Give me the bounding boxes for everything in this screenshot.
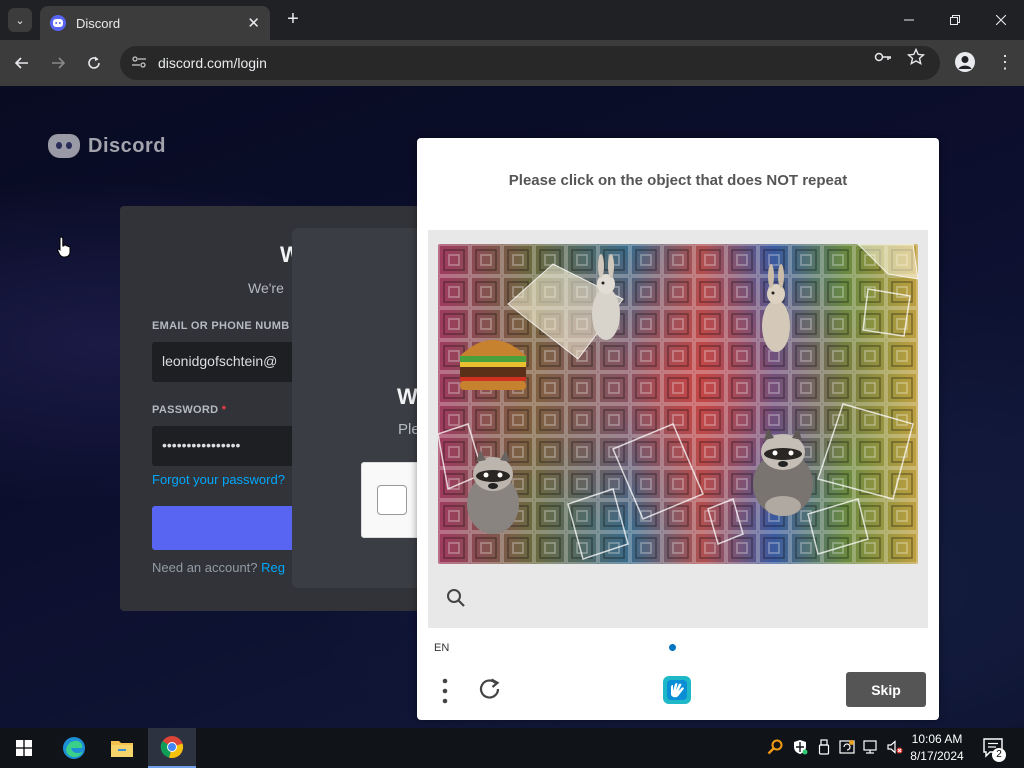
captcha-image[interactable] xyxy=(438,244,918,564)
chrome-icon[interactable] xyxy=(148,728,196,768)
language-selector[interactable]: EN xyxy=(434,642,449,654)
browser-menu-icon[interactable]: ⋮ xyxy=(996,52,1014,72)
forward-arrow-icon xyxy=(52,57,66,69)
password-label-text: PASSWORD xyxy=(152,404,219,416)
refresh-icon[interactable] xyxy=(477,676,503,702)
reload-button[interactable] xyxy=(81,50,107,76)
hand-cursor-icon xyxy=(57,236,71,258)
required-mark: * xyxy=(221,404,227,416)
browser-tab-bar: ⌄ Discord ✕ + xyxy=(0,0,1024,40)
close-window-button[interactable] xyxy=(978,0,1024,40)
forward-button[interactable] xyxy=(45,50,71,76)
tab-close-icon[interactable]: ✕ xyxy=(247,14,260,32)
volume-muted-icon[interactable] xyxy=(886,738,904,756)
discord-wordmark: Discord xyxy=(88,134,166,157)
file-explorer-icon[interactable] xyxy=(98,728,146,768)
menu-icon[interactable] xyxy=(441,678,449,704)
restore-icon xyxy=(950,15,960,25)
hcaptcha-logo-icon[interactable] xyxy=(661,674,693,706)
progress-dot xyxy=(669,644,676,651)
usb-device-icon[interactable] xyxy=(815,738,833,756)
forgot-password-link[interactable]: Forgot your password? xyxy=(152,472,285,487)
back-button[interactable] xyxy=(9,50,35,76)
browser-toolbar: discord.com/login ⋮ xyxy=(0,40,1024,86)
profile-avatar-icon[interactable] xyxy=(955,52,975,72)
notification-count-badge: 2 xyxy=(992,748,1006,762)
url-text: discord.com/login xyxy=(158,55,267,71)
restore-button[interactable] xyxy=(932,0,978,40)
edge-icon[interactable] xyxy=(50,728,98,768)
tab-discord[interactable]: Discord ✕ xyxy=(40,6,270,40)
clock-time: 10:06 AM xyxy=(911,732,963,746)
password-key-icon[interactable] xyxy=(874,48,892,70)
security-shield-icon[interactable] xyxy=(791,738,809,756)
windows-taskbar: 10:06 AM 8/17/2024 2 xyxy=(0,728,1024,768)
tab-title: Discord xyxy=(76,15,121,31)
system-clock[interactable]: 10:06 AM 8/17/2024 xyxy=(906,731,968,765)
reload-icon xyxy=(88,56,100,69)
captcha-stage xyxy=(428,230,928,628)
email-label: EMAIL OR PHONE NUMB xyxy=(152,320,290,332)
clock-date: 8/17/2024 xyxy=(910,749,964,763)
address-bar[interactable]: discord.com/login xyxy=(120,46,940,80)
captcha-checkbox[interactable] xyxy=(377,485,407,515)
captcha-challenge-dialog: Please click on the object that does NOT… xyxy=(417,138,939,720)
network-icon[interactable] xyxy=(862,738,880,756)
password-label: PASSWORD * xyxy=(152,404,226,416)
bookmark-star-icon[interactable] xyxy=(906,47,926,70)
site-info-icon[interactable] xyxy=(132,55,154,71)
search-tray-icon[interactable] xyxy=(766,738,784,756)
zoom-icon[interactable] xyxy=(445,587,467,609)
discord-logo-icon xyxy=(48,134,80,158)
register-prompt-text: Need an account? xyxy=(152,560,258,575)
register-prompt: Need an account? Reg xyxy=(152,560,285,575)
login-subtitle: We're xyxy=(248,280,284,296)
discord-logo[interactable]: Discord xyxy=(48,134,166,158)
back-arrow-icon xyxy=(14,57,28,69)
new-tab-button[interactable]: + xyxy=(282,8,304,30)
register-link[interactable]: Reg xyxy=(261,560,285,575)
update-notice-icon[interactable] xyxy=(838,738,856,756)
windows-start-icon[interactable] xyxy=(0,728,48,768)
skip-button[interactable]: Skip xyxy=(846,672,926,707)
captcha-prompt: Please click on the object that does NOT… xyxy=(508,172,848,189)
window-controls xyxy=(886,0,1024,40)
minimize-button[interactable] xyxy=(886,0,932,40)
verification-title: W xyxy=(397,384,418,409)
tab-search-button[interactable]: ⌄ xyxy=(8,8,32,32)
discord-favicon-icon xyxy=(50,15,66,31)
close-icon xyxy=(996,15,1006,25)
minimize-icon xyxy=(904,19,914,21)
